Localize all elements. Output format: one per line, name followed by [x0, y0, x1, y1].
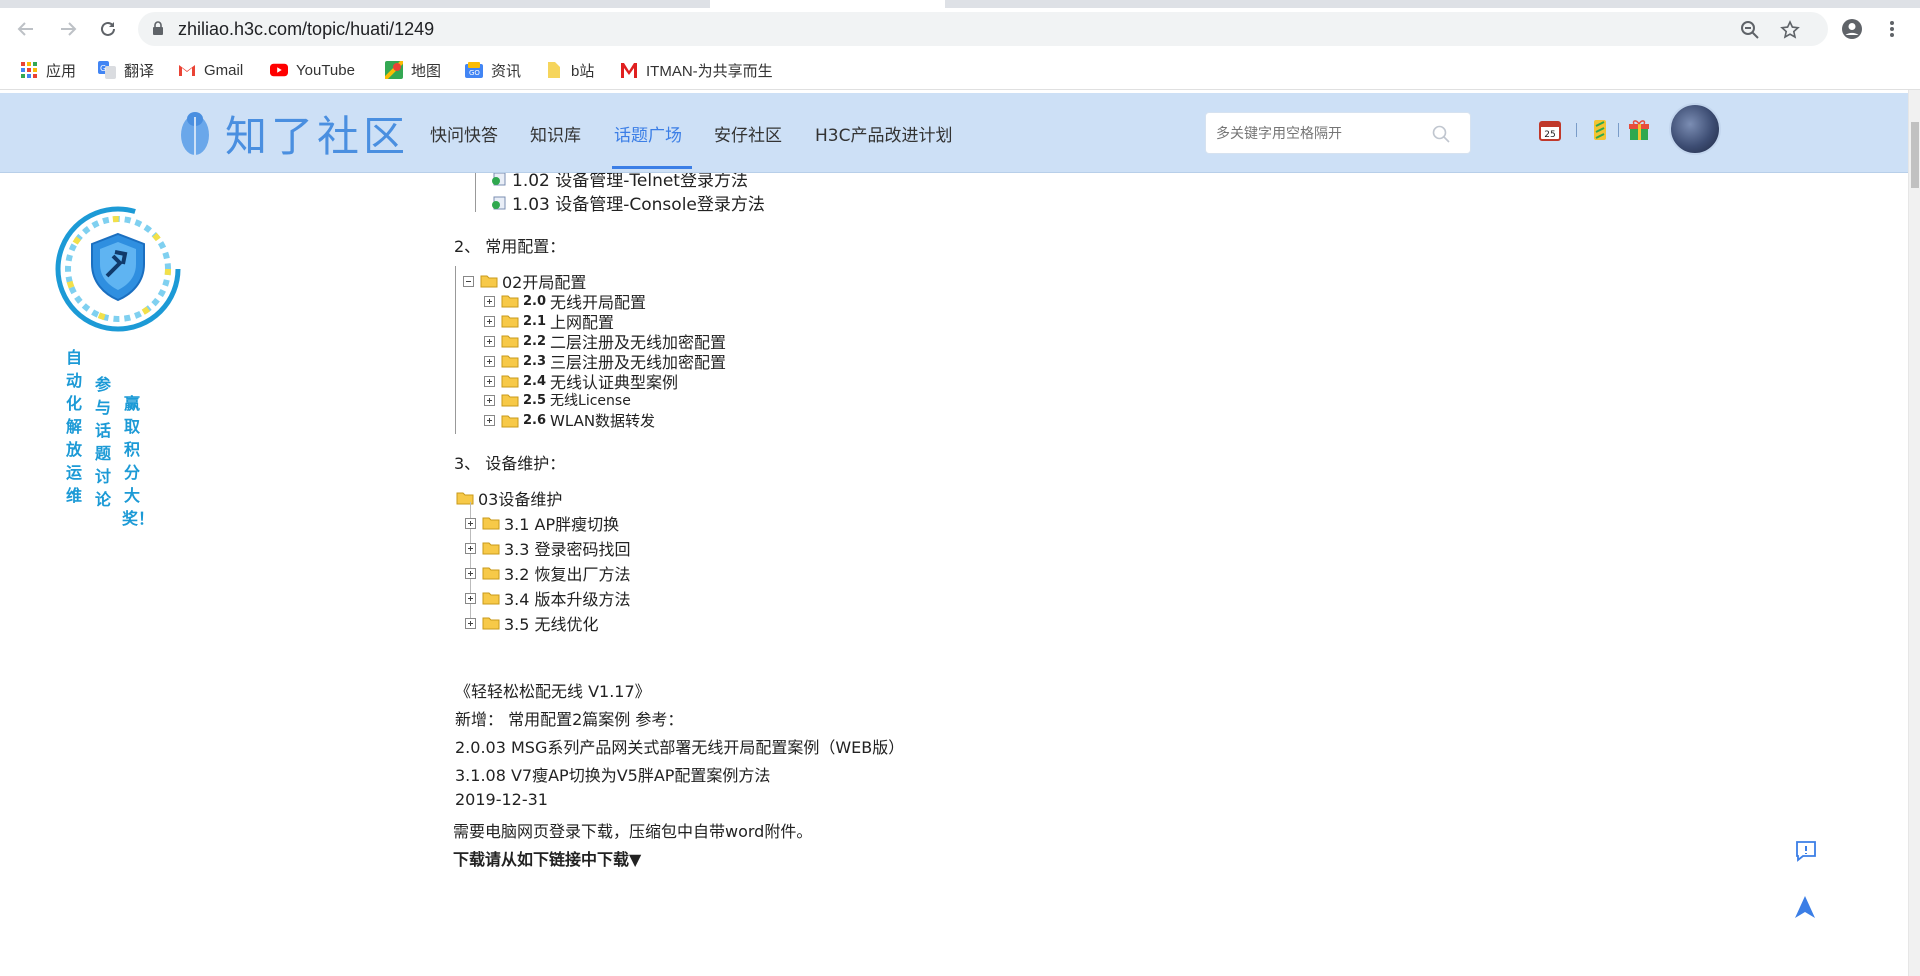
tree-item-number: 2.6	[523, 413, 547, 428]
tree-item-3-4[interactable]: 3.4 版本升级方法	[465, 586, 631, 610]
section-heading-common-config: 2、 常用配置：	[454, 237, 566, 256]
tree-root-label: 03设备维护	[478, 490, 563, 509]
tree-root-03[interactable]: 03设备维护	[456, 486, 562, 510]
expand-toggle-icon[interactable]	[484, 415, 495, 426]
page-scrollbar[interactable]	[1908, 90, 1920, 976]
expand-toggle-icon[interactable]	[465, 592, 476, 604]
paragraph-book-title: 《轻轻松松配无线 V1.17》	[455, 682, 651, 701]
nav-product-improvement[interactable]: H3C产品改进计划	[815, 121, 952, 146]
feedback-icon	[1796, 841, 1816, 862]
tree-item-number: 2.1	[523, 313, 547, 329]
expand-toggle-icon[interactable]	[465, 542, 476, 554]
header-separator	[1576, 123, 1577, 137]
folder-icon	[456, 492, 474, 505]
expand-toggle-icon[interactable]	[484, 375, 495, 387]
tree-item-3-3[interactable]: 3.3 登录密码找回	[465, 536, 631, 560]
promo-text-col1: 自动化解放运维	[65, 348, 82, 505]
tree-item-number: 2.3	[523, 353, 547, 369]
expand-toggle-icon[interactable]	[484, 355, 495, 367]
feedback-button[interactable]	[1791, 836, 1821, 866]
promo-text-col2: 参与话题讨论	[94, 375, 111, 509]
doc-link-icon	[492, 196, 506, 209]
site-header: 知了社区 快问快答 知识库 话题广场 安仔社区 H3C产品改进计划 25	[0, 93, 1908, 173]
paragraph-new-additions: 新增： 常用配置2篇案例 参考：	[455, 710, 684, 729]
arrow-up-icon	[1795, 896, 1815, 918]
scrollbar-thumb[interactable]	[1911, 122, 1919, 188]
doc-link-icon	[492, 172, 506, 185]
folder-icon	[482, 617, 500, 630]
nav-quick-qa[interactable]: 快问快答	[430, 121, 498, 146]
tree-item-number: 2.5	[523, 392, 547, 408]
header-separator	[1618, 123, 1619, 137]
folder-icon	[501, 394, 519, 407]
gift-button[interactable]	[1627, 118, 1651, 142]
search-icon[interactable]	[1432, 125, 1450, 147]
tree-item-label: 1.03 设备管理-Console登录方法	[512, 195, 765, 215]
gift-icon	[1629, 120, 1649, 140]
folder-icon	[501, 335, 519, 348]
nav-topic-square[interactable]: 话题广场	[614, 121, 682, 146]
tree-item-2-5[interactable]: 2.5 无线License	[484, 390, 631, 410]
expand-toggle-icon[interactable]	[484, 295, 495, 307]
nav-knowledge-base[interactable]: 知识库	[530, 121, 581, 146]
site-search	[1205, 112, 1471, 154]
folder-icon	[482, 592, 500, 605]
folder-icon	[482, 567, 500, 580]
checkin-calendar-button[interactable]: 25	[1538, 118, 1562, 142]
tree-item-label: WLAN数据转发	[550, 412, 656, 430]
tree-item-number: 2.2	[523, 333, 547, 349]
paragraph-download-link-hint: 下载请从如下链接中下载▼	[453, 850, 642, 869]
tree-item-label: 3.2 恢复出厂方法	[504, 565, 631, 584]
side-promo-banner[interactable]: 自动化解放运维 参与话题讨论 赢取积分大奖！	[55, 206, 185, 556]
points-button[interactable]	[1588, 118, 1612, 142]
tree-box-border	[455, 266, 456, 434]
tree-item-number: 2.4	[523, 373, 547, 389]
calendar-day: 25	[1544, 130, 1555, 140]
expand-toggle-icon[interactable]	[484, 315, 495, 327]
section-heading-device-maintenance: 3、 设备维护：	[454, 454, 566, 473]
paragraph-case-2003: 2.0.03 MSG系列产品网关式部署无线开局配置案例（WEB版）	[455, 738, 905, 757]
tree-item-label: 3.5 无线优化	[504, 615, 599, 634]
folder-icon	[501, 295, 519, 308]
search-input[interactable]	[1216, 123, 1416, 145]
expand-toggle-icon[interactable]	[465, 567, 476, 579]
tree-item-label: 3.3 登录密码找回	[504, 540, 631, 559]
expand-toggle-icon[interactable]	[465, 617, 476, 629]
tree-item-3-1[interactable]: 3.1 AP胖瘦切换	[465, 511, 619, 535]
tree-item-3-5[interactable]: 3.5 无线优化	[465, 611, 599, 635]
expand-toggle-icon[interactable]	[484, 335, 495, 347]
folder-icon	[501, 355, 519, 368]
tree-item-label: 3.4 版本升级方法	[504, 590, 631, 609]
site-logo[interactable]: 知了社区	[175, 103, 409, 163]
coins-icon	[1594, 120, 1606, 140]
folder-icon	[501, 415, 519, 427]
user-avatar[interactable]	[1669, 103, 1721, 155]
folder-icon	[501, 375, 519, 388]
tree-connector-line	[475, 170, 476, 212]
shield-badge-icon	[55, 206, 181, 332]
tree-item-number: 2.0	[523, 293, 547, 309]
expand-toggle-icon[interactable]	[465, 517, 476, 529]
tree-item-label: 无线License	[550, 393, 631, 409]
back-to-top-button[interactable]	[1790, 892, 1820, 922]
calendar-icon: 25	[1539, 121, 1561, 141]
paragraph-download-note: 需要电脑网页登录下载，压缩包中自带word附件。	[453, 822, 813, 841]
folder-icon	[480, 275, 498, 288]
folder-icon	[501, 315, 519, 328]
tree-item-2-6[interactable]: 2.6 WLAN数据转发	[484, 410, 655, 431]
folder-icon	[482, 542, 500, 555]
tree-item-1-03[interactable]: 1.03 设备管理-Console登录方法	[490, 190, 765, 215]
tree-item-label: 3.1 AP胖瘦切换	[504, 515, 620, 534]
active-nav-indicator	[612, 166, 692, 169]
logo-text: 知了社区	[225, 111, 410, 161]
paragraph-case-3108: 3.1.08 V7瘦AP切换为V5胖AP配置案例方法	[455, 766, 771, 785]
expand-toggle-icon[interactable]	[484, 394, 495, 406]
paragraph-date: 2019-12-31	[455, 790, 548, 809]
collapse-toggle-icon[interactable]	[463, 275, 474, 287]
cicada-logo-icon	[181, 112, 209, 155]
folder-icon	[482, 517, 500, 530]
nav-anzai-community[interactable]: 安仔社区	[714, 121, 782, 146]
tree-item-3-2[interactable]: 3.2 恢复出厂方法	[465, 561, 631, 585]
promo-text-col3: 赢取积分大奖！	[122, 394, 155, 528]
